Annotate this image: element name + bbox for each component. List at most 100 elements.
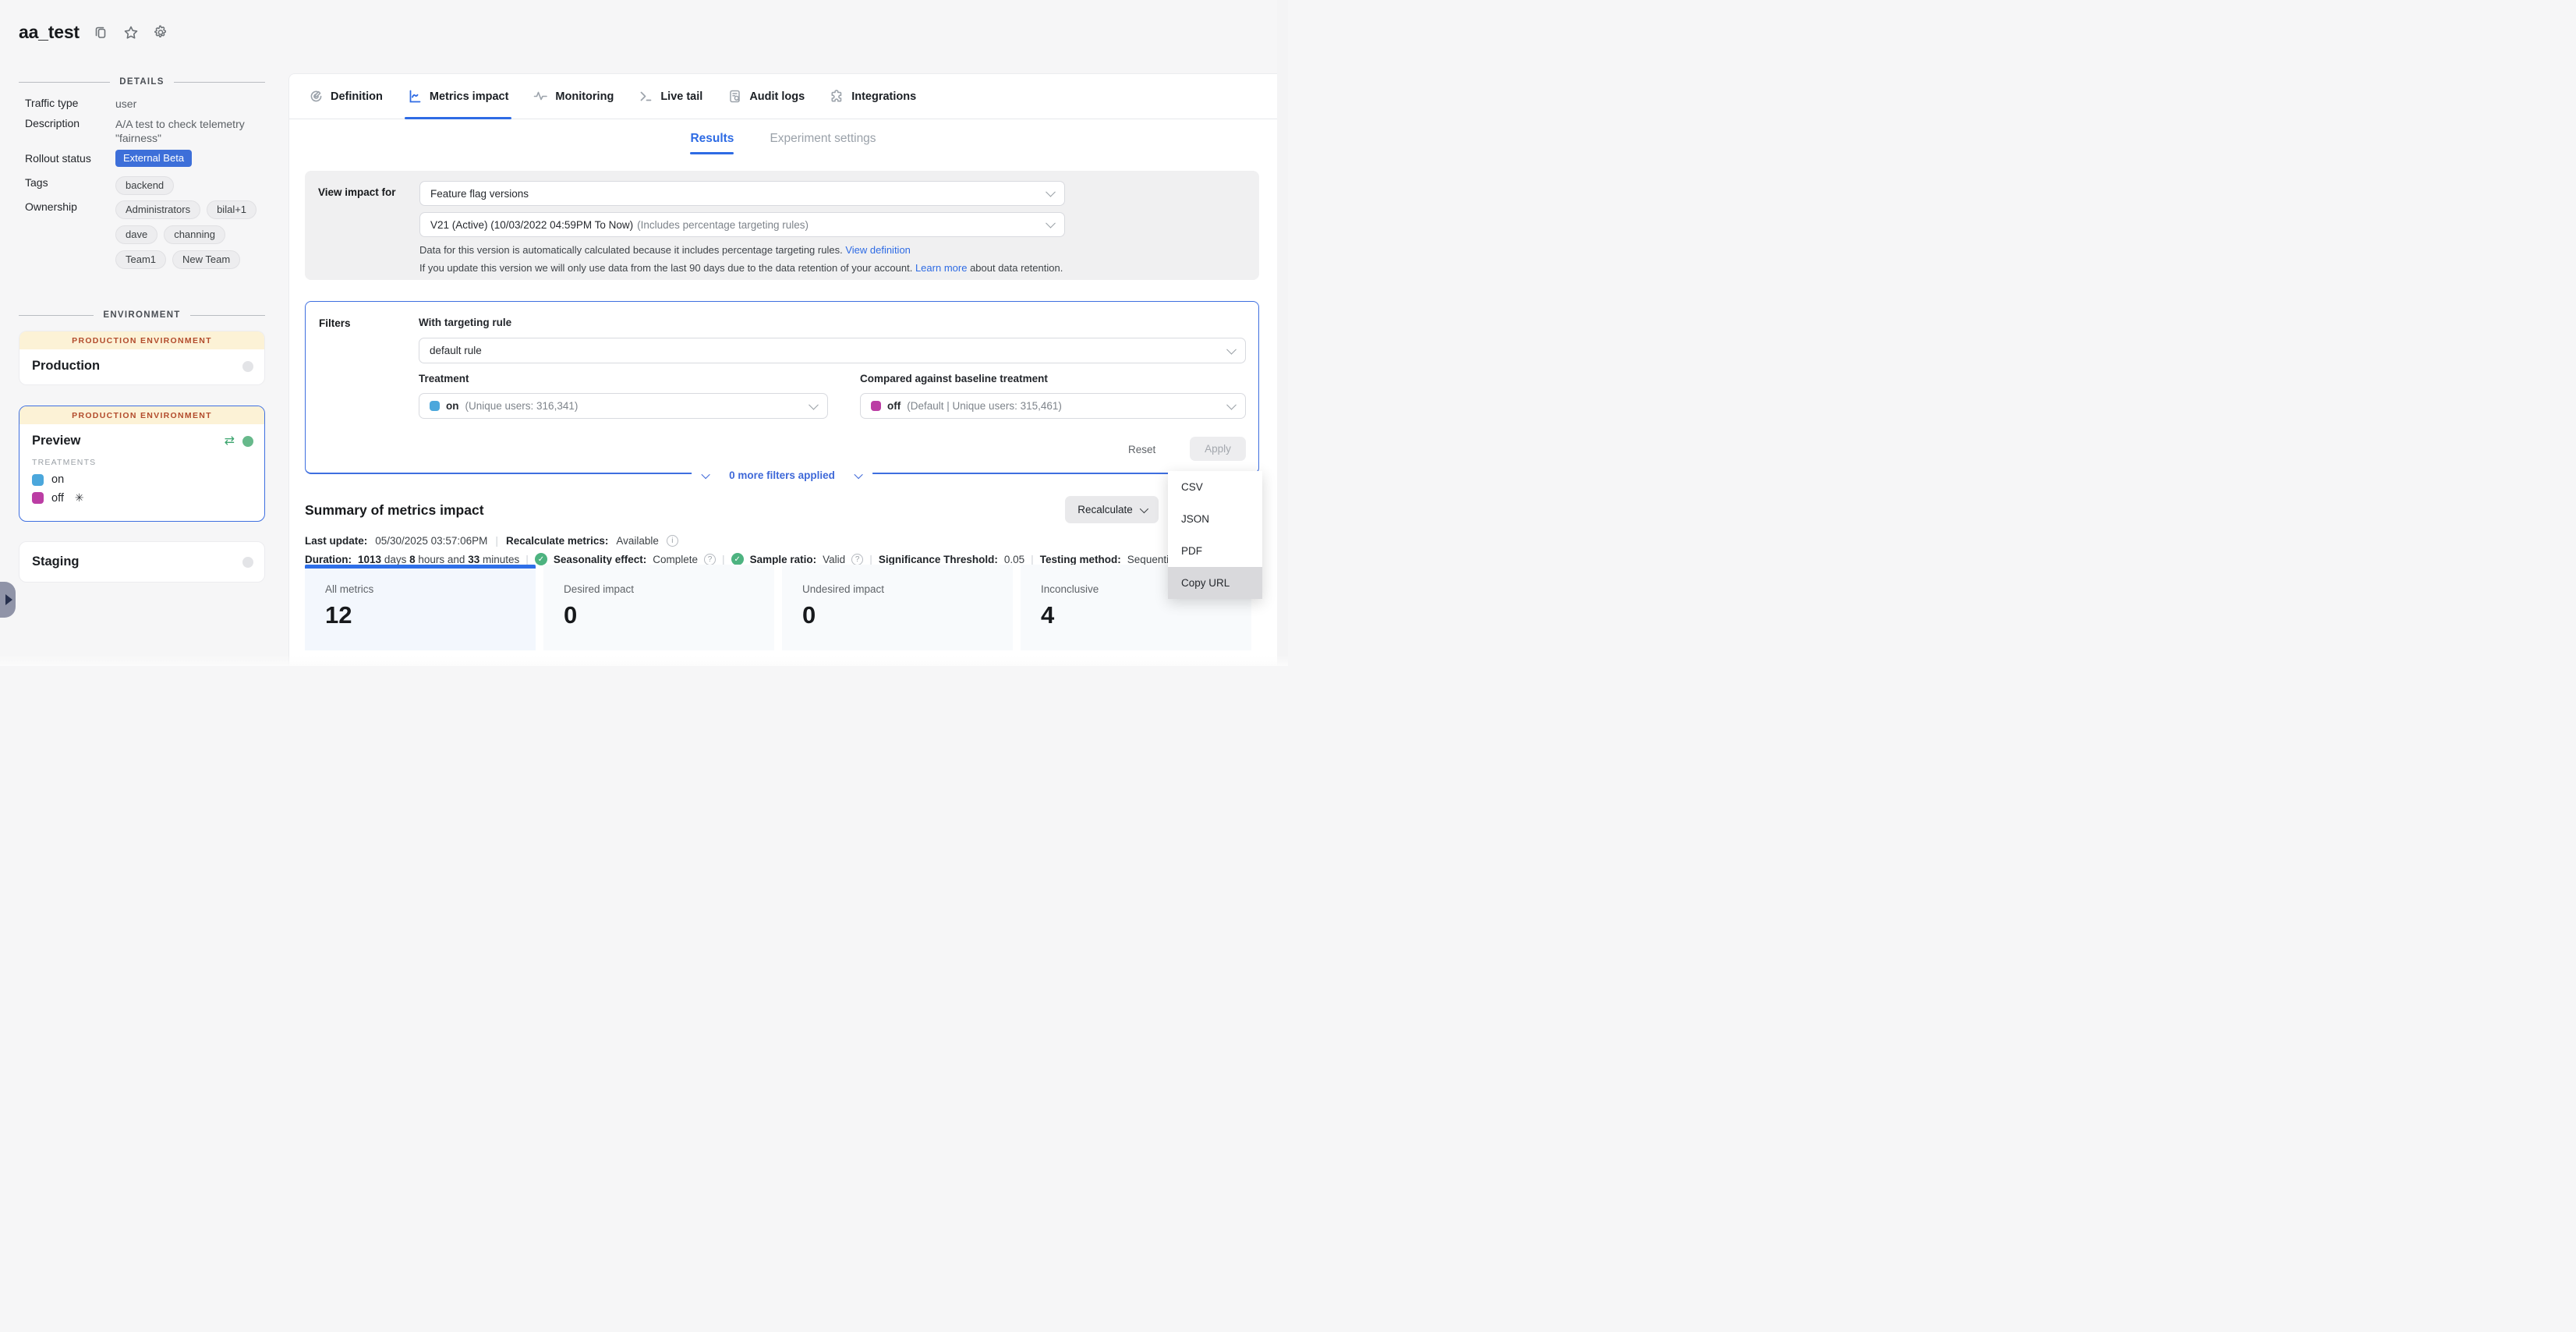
menu-item-json[interactable]: JSON	[1168, 503, 1262, 535]
targeting-rule-dropdown[interactable]: default rule	[419, 338, 1246, 363]
owner-chip[interactable]: Administrators	[115, 200, 200, 219]
environment-card-production[interactable]: PRODUCTION ENVIRONMENT Production	[19, 331, 265, 385]
version-dropdown-value: V21 (Active) (10/03/2022 04:59PM To Now)	[430, 219, 633, 231]
menu-item-copy-url[interactable]: Copy URL	[1168, 567, 1262, 599]
duration-label: Duration:	[305, 554, 352, 565]
production-environment-banner: PRODUCTION ENVIRONMENT	[19, 331, 264, 349]
tab-monitoring[interactable]: Monitoring	[533, 74, 614, 119]
environment-divider: ENVIRONMENT	[19, 310, 265, 320]
document-search-icon	[727, 89, 742, 104]
seasonality-label: Seasonality effect:	[554, 554, 646, 565]
environment-heading: ENVIRONMENT	[103, 310, 180, 320]
tab-audit-logs[interactable]: Audit logs	[727, 74, 805, 119]
tab-label: Live tail	[660, 90, 702, 103]
card-undesired-impact[interactable]: Undesired impact 0	[782, 565, 1013, 650]
tag-chip[interactable]: backend	[115, 176, 174, 195]
tab-label: Monitoring	[555, 90, 614, 103]
owner-chip[interactable]: New Team	[172, 250, 240, 269]
card-value: 0	[802, 601, 1013, 629]
recalculate-button[interactable]: Recalculate	[1065, 496, 1159, 523]
impact-type-dropdown[interactable]: Feature flag versions	[419, 181, 1065, 206]
more-filters-toggle[interactable]: 0 more filters applied	[692, 469, 872, 481]
sample-ratio-value: Valid	[823, 554, 845, 565]
card-desired-impact[interactable]: Desired impact 0	[543, 565, 774, 650]
summary-title: Summary of metrics impact	[305, 502, 484, 519]
card-label: Desired impact	[564, 583, 774, 595]
tab-integrations[interactable]: Integrations	[830, 74, 916, 119]
help-icon[interactable]: ?	[704, 554, 716, 565]
tab-metrics-impact[interactable]: Metrics impact	[408, 74, 509, 119]
targeting-rule-value: default rule	[430, 345, 482, 356]
reset-button[interactable]: Reset	[1128, 444, 1155, 455]
tags-row: Tags backend	[25, 176, 267, 195]
owner-chip[interactable]: Team1	[115, 250, 166, 269]
results-content: View impact for Feature flag versions V2…	[289, 159, 1277, 666]
baseline-dropdown-detail: (Default | Unique users: 315,461)	[907, 400, 1062, 412]
card-value: 12	[325, 601, 536, 629]
status-row-2: Duration: 1013 days 8 hours and 33 minut…	[305, 553, 1177, 565]
subtab-experiment-settings[interactable]: Experiment settings	[770, 119, 876, 159]
subtab-results[interactable]: Results	[690, 119, 734, 159]
treatment-off-swatch	[871, 401, 881, 411]
treatment-dropdown-value: on	[446, 400, 459, 412]
last-update-label: Last update:	[305, 535, 367, 547]
ownership-row: Ownership Administrators bilal+1 dave ch…	[25, 200, 267, 269]
treatment-on-swatch	[32, 474, 44, 486]
details-divider: DETAILS	[19, 77, 265, 87]
treatment-dropdown[interactable]: on (Unique users: 316,341)	[419, 393, 828, 419]
sample-ratio-label: Sample ratio:	[750, 554, 817, 565]
environment-name-staging: Staging	[32, 554, 242, 569]
scrollbar-gutter[interactable]	[1277, 0, 1288, 666]
version-dropdown[interactable]: V21 (Active) (10/03/2022 04:59PM To Now)…	[419, 212, 1065, 237]
chevron-down-icon	[1046, 187, 1056, 197]
rollout-status-row: Rollout status External Beta	[25, 150, 267, 167]
check-circle-icon: ✓	[535, 553, 547, 565]
environment-card-preview[interactable]: PRODUCTION ENVIRONMENT Preview ⇄ TREATME…	[19, 406, 265, 522]
environment-status-dot	[242, 557, 253, 568]
apply-button[interactable]: Apply	[1190, 437, 1246, 461]
swap-arrows-icon: ⇄	[225, 435, 235, 448]
sidebar-expand-handle[interactable]	[0, 582, 16, 618]
tab-definition[interactable]: Definition	[309, 74, 383, 119]
description-label: Description	[25, 117, 115, 145]
card-all-metrics[interactable]: All metrics 12	[305, 565, 536, 650]
recalculate-metrics-value: Available	[616, 535, 659, 547]
owner-chip[interactable]: channing	[164, 225, 225, 244]
owner-chip[interactable]: dave	[115, 225, 157, 244]
rollout-status-badge[interactable]: External Beta	[115, 150, 192, 167]
baseline-dropdown[interactable]: off (Default | Unique users: 315,461)	[860, 393, 1246, 419]
description-row: Description A/A test to check telemetry …	[25, 117, 267, 145]
tab-live-tail[interactable]: Live tail	[639, 74, 702, 119]
page-title: aa_test	[19, 22, 80, 43]
environment-status-dot	[242, 361, 253, 372]
info-icon[interactable]: i	[667, 535, 678, 547]
ownership-label: Ownership	[25, 200, 115, 269]
gear-icon[interactable]	[153, 25, 168, 41]
target-pencil-icon	[309, 89, 324, 104]
filters-section: Filters With targeting rule default rule…	[305, 301, 1259, 474]
significance-value: 0.05	[1004, 554, 1024, 565]
menu-item-csv[interactable]: CSV	[1168, 471, 1262, 503]
targeting-rule-label: With targeting rule	[419, 317, 511, 328]
environment-card-staging[interactable]: Staging	[19, 541, 265, 583]
star-icon[interactable]	[123, 25, 139, 41]
treatment-off-row: off ✳	[32, 491, 253, 505]
recalculate-metrics-label: Recalculate metrics:	[506, 535, 608, 547]
copy-icon[interactable]	[94, 25, 109, 41]
more-filters-label: 0 more filters applied	[729, 469, 835, 481]
terminal-icon	[639, 89, 653, 104]
view-definition-link[interactable]: View definition	[845, 244, 911, 256]
view-impact-label: View impact for	[318, 186, 396, 198]
environment-name-production: Production	[32, 359, 242, 374]
owner-chip[interactable]: bilal+1	[207, 200, 257, 219]
seasonality-value: Complete	[653, 554, 698, 565]
share-results-menu: CSV JSON PDF Copy URL	[1168, 471, 1262, 599]
help-icon[interactable]: ?	[851, 554, 863, 565]
learn-more-link[interactable]: Learn more	[915, 262, 967, 274]
menu-item-pdf[interactable]: PDF	[1168, 535, 1262, 567]
baseline-dropdown-value: off	[887, 400, 901, 412]
treatment-off-label: off	[51, 492, 64, 505]
treatment-off-swatch	[32, 492, 44, 504]
details-heading: DETAILS	[119, 77, 164, 87]
chevron-right-icon	[5, 594, 12, 605]
